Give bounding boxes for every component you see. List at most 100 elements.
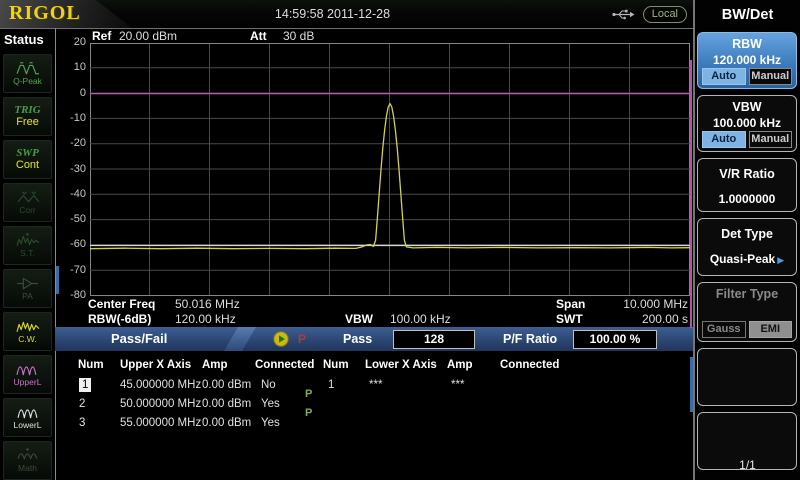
softkey-label: VBW — [698, 100, 796, 114]
status-items: Q-PeakTRIGFreeSWPContCorrS.T.PAC.W.Upper… — [0, 47, 55, 480]
lowerl-icon — [16, 405, 40, 419]
trig-state-label: Free — [16, 116, 39, 129]
pass-count-value: 128 — [393, 330, 475, 349]
cell-2[interactable]: 0.00 dBm — [202, 416, 251, 430]
softkey-value: 120.000 kHz — [713, 53, 781, 67]
math-label: Math — [18, 463, 37, 473]
y-tick--80: -80 — [55, 289, 86, 302]
softkey-menu: BW/Det RBW120.000 kHzAutoManualVBW100.00… — [695, 0, 800, 480]
pf-ratio-label: P/F Ratio — [503, 332, 557, 346]
softkey-vbw[interactable]: VBW 100.000 kHzAutoManual — [697, 95, 797, 152]
trig-mode-label: TRIG — [14, 104, 40, 116]
status-item-trig: TRIGFree — [3, 97, 52, 136]
y-tick--10: -10 — [55, 112, 86, 125]
segment-pass-mark-2: P — [305, 407, 312, 419]
cell-0[interactable]: 3 — [79, 416, 85, 430]
option-manual[interactable]: Manual — [749, 131, 793, 148]
pa-icon — [16, 276, 40, 290]
softkey-value: Quasi-Peak — [710, 252, 775, 266]
pa-label: PA — [22, 291, 33, 301]
cell-1[interactable]: 55.000000 MHz — [120, 416, 201, 430]
softkey-filter-type[interactable]: Filter Type GaussEMI — [697, 282, 797, 342]
cell-2[interactable]: *** — [451, 378, 464, 392]
center-freq-value: 50.016 MHz — [175, 297, 240, 311]
col-header-1: Upper X Axis — [120, 358, 191, 372]
spectrum-display: Ref 20.00 dBm Att 30 dB 20100-10-20-30-4… — [55, 28, 693, 327]
banner-diagonal — [224, 327, 256, 351]
cell-2[interactable]: 0.00 dBm — [202, 397, 251, 411]
lower-limit-row-1[interactable]: 1 *** *** — [55, 378, 693, 394]
cw-label: C.W. — [18, 334, 36, 344]
softkey-value: 100.000 kHz — [713, 116, 781, 130]
option-gauss[interactable]: Gauss — [702, 321, 746, 338]
pass-count-label: Pass — [343, 332, 372, 346]
rbw-label: RBW(-6dB) — [88, 312, 151, 326]
rbw-value: 120.00 kHz — [175, 312, 236, 326]
option-manual[interactable]: Manual — [749, 68, 793, 85]
col-header-3: Connected — [255, 358, 314, 372]
blue-edge-strip-right — [690, 357, 693, 412]
st-icon — [16, 233, 40, 247]
corr-icon — [16, 190, 40, 204]
softkey-det-type[interactable]: Det Type Quasi-Peak▶ — [697, 218, 797, 276]
segment-pass-mark-1: P — [305, 388, 312, 400]
col-header-0: Num — [78, 358, 104, 372]
vbw-value: 100.00 kHz — [390, 312, 451, 326]
cell-1[interactable]: 50.000000 MHz — [120, 397, 201, 411]
cell-3[interactable]: Yes — [261, 397, 280, 411]
qpeak-icon — [16, 61, 40, 75]
swt-value: 200.00 s — [555, 312, 688, 326]
cell-3[interactable]: Yes — [261, 416, 280, 430]
table-header-row: NumUpper X AxisAmpConnectedNumLower X Ax… — [55, 358, 693, 374]
top-status-bar: RIGOL 14:59:58 2011-12-28 Local — [0, 0, 693, 29]
softkey-label: Det Type — [698, 227, 796, 241]
col-header-7: Connected — [500, 358, 559, 372]
y-tick--30: -30 — [55, 163, 86, 176]
spectrum-trace-plot — [90, 43, 690, 296]
status-item-cw: C.W. — [3, 312, 52, 351]
softkey-label: Filter Type — [698, 287, 796, 301]
corr-label: Corr — [19, 205, 36, 215]
pass-fail-title: Pass/Fail — [111, 331, 167, 346]
swp-state-label: Cont — [16, 159, 39, 172]
softkey-vr-ratio[interactable]: V/R Ratio1.0000000 — [697, 158, 797, 212]
softkey-rbw[interactable]: RBW 120.000 kHzAutoManual — [697, 32, 797, 89]
option-auto[interactable]: Auto — [702, 131, 746, 148]
brand-plate: RIGOL — [0, 0, 132, 28]
math-icon — [16, 448, 40, 462]
softkey-value: 1.0000000 — [719, 192, 776, 206]
y-tick--20: -20 — [55, 137, 86, 150]
pass-status-letter: P — [298, 332, 306, 346]
upper-limit-row-2[interactable]: 2 50.000000 MHz0.00 dBm Yes — [55, 397, 693, 413]
cell-0[interactable]: 2 — [79, 397, 85, 411]
upperl-label: UpperL — [14, 377, 42, 387]
lowerl-label: LowerL — [14, 420, 42, 430]
ref-level-label: Ref — [92, 29, 111, 43]
y-tick--40: -40 — [55, 188, 86, 201]
softkey-blank-1 — [697, 348, 797, 406]
limit-edit-table: NumUpper X AxisAmpConnectedNumLower X Ax… — [55, 352, 693, 480]
y-tick--50: -50 — [55, 213, 86, 226]
option-emi[interactable]: EMI — [749, 321, 793, 338]
softkey-label: RBW — [698, 37, 796, 51]
status-title: Status — [0, 28, 55, 47]
y-tick--60: -60 — [55, 238, 86, 251]
qpeak-label: Q-Peak — [13, 76, 42, 86]
upper-limit-row-3[interactable]: 3 55.000000 MHz0.00 dBm Yes — [55, 416, 693, 432]
submenu-arrow-icon: ▶ — [777, 255, 784, 265]
y-tick-10: 10 — [55, 61, 86, 74]
col-header-2: Amp — [202, 358, 228, 372]
cell-0[interactable]: 1 — [328, 378, 334, 392]
upperl-icon — [16, 362, 40, 376]
rigol-logo: RIGOL — [9, 2, 81, 25]
usb-icon — [612, 8, 636, 21]
play-icon — [273, 331, 289, 347]
center-freq-label: Center Freq — [88, 297, 155, 311]
magenta-edge-strip — [690, 60, 692, 328]
status-item-math: Math — [3, 441, 52, 480]
attenuation-value: 30 dB — [283, 29, 314, 43]
local-remote-badge: Local — [643, 6, 687, 23]
datetime-display: 14:59:58 2011-12-28 — [132, 0, 533, 28]
option-auto[interactable]: Auto — [702, 68, 746, 85]
cell-1[interactable]: *** — [369, 378, 382, 392]
